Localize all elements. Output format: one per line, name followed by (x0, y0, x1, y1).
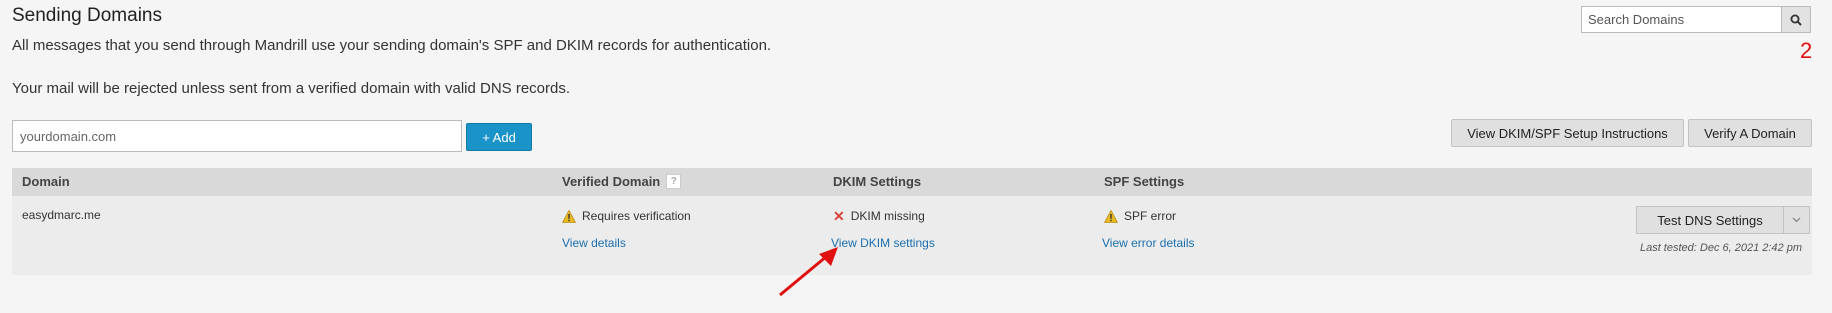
warning-icon (1104, 209, 1118, 223)
test-dns-settings-split-button: Test DNS Settings (1636, 206, 1810, 234)
column-header-domain: Domain (22, 174, 70, 189)
verified-status-text: Requires verification (582, 209, 691, 223)
domain-input[interactable] (12, 120, 462, 152)
column-header-spf: SPF Settings (1104, 174, 1185, 189)
search-bar (1581, 6, 1811, 33)
help-icon[interactable]: ? (666, 174, 682, 189)
table-header: Domain Verified Domain ? DKIM Settings S… (12, 168, 1812, 196)
dkim-status-text: DKIM missing (850, 209, 925, 223)
dkim-status: ✕ DKIM missing (833, 209, 925, 223)
domain-name: easydmarc.me (22, 208, 101, 222)
annotation-number: 2 (1800, 38, 1813, 63)
search-button[interactable] (1781, 6, 1811, 33)
error-x-icon: ✕ (833, 208, 845, 224)
view-error-details-link[interactable]: View error details (1102, 236, 1194, 250)
verified-status: Requires verification (562, 209, 691, 223)
verify-domain-button[interactable]: Verify A Domain (1688, 119, 1812, 147)
column-header-dkim: DKIM Settings (833, 174, 922, 189)
search-icon (1790, 14, 1802, 26)
annotation-arrow (779, 247, 838, 297)
test-dns-settings-button[interactable]: Test DNS Settings (1636, 206, 1783, 234)
dns-warning-text: Your mail will be rejected unless sent f… (12, 80, 571, 97)
page-description: All messages that you send through Mandr… (12, 37, 772, 54)
column-header-verified-label: Verified Domain (562, 174, 661, 189)
view-setup-instructions-button[interactable]: View DKIM/SPF Setup Instructions (1451, 119, 1684, 147)
chevron-down-icon (1792, 217, 1801, 223)
last-tested-timestamp: Last tested: Dec 6, 2021 2:42 pm (1639, 242, 1802, 254)
table-row: easydmarc.me Requires verification View … (12, 196, 1812, 275)
column-header-verified-domain: Verified Domain ? (562, 174, 682, 189)
view-dkim-settings-link[interactable]: View DKIM settings (831, 236, 935, 250)
warning-icon (562, 209, 576, 223)
spf-status: SPF error (1104, 209, 1176, 223)
spf-status-text: SPF error (1124, 209, 1177, 223)
view-details-link[interactable]: View details (562, 236, 626, 250)
test-dns-dropdown-button[interactable] (1783, 206, 1810, 234)
search-input[interactable] (1581, 6, 1781, 33)
page-title: Sending Domains (12, 5, 162, 26)
add-domain-button[interactable]: + Add (466, 123, 532, 151)
